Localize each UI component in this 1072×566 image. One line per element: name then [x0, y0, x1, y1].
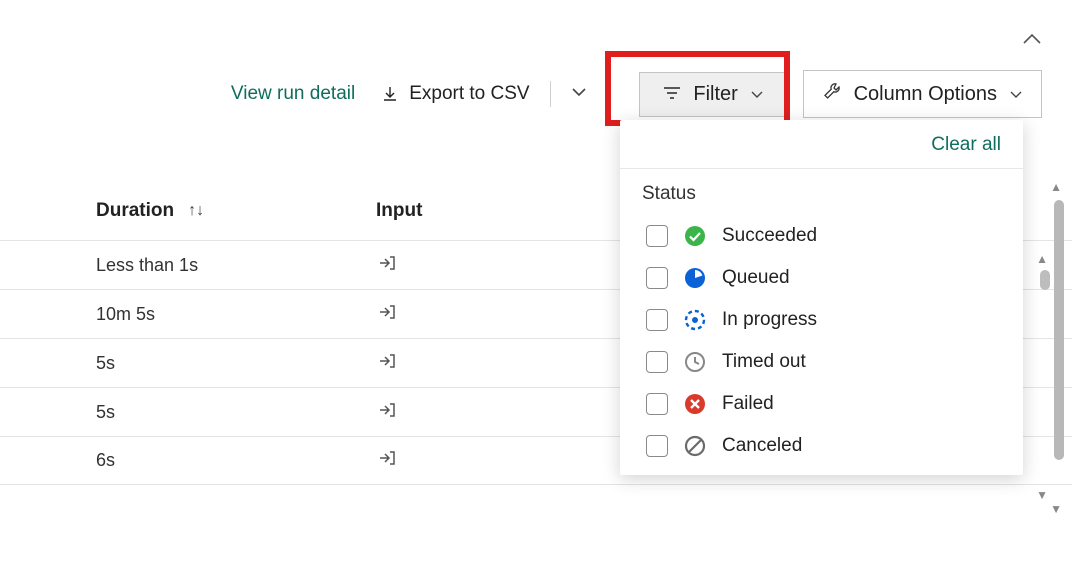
toolbar: View run detail Export to CSV Filter	[0, 70, 1052, 118]
filter-option-timed-out[interactable]: Timed out	[642, 341, 1007, 383]
in-progress-icon	[684, 309, 706, 331]
timed-out-icon	[684, 351, 706, 373]
filter-option-label: Queued	[722, 267, 790, 289]
filter-option-label: In progress	[722, 309, 817, 331]
filter-panel-header: Clear all	[620, 120, 1023, 169]
panel-scroll-down-arrow[interactable]: ▼	[1050, 502, 1062, 516]
filter-label: Filter	[693, 83, 737, 106]
failed-icon	[684, 393, 706, 415]
collapse-chevron[interactable]	[1022, 30, 1042, 51]
duration-cell: Less than 1s	[0, 255, 280, 276]
wrench-icon	[822, 81, 842, 107]
view-run-detail-link[interactable]: View run detail	[225, 75, 361, 113]
list-scroll-down-arrow[interactable]: ▼	[1036, 488, 1048, 502]
filter-option-in-progress[interactable]: In progress	[642, 299, 1007, 341]
duration-cell: 10m 5s	[0, 304, 280, 325]
sort-icon: ↑↓	[188, 202, 204, 220]
queued-icon	[684, 267, 706, 289]
filter-panel: Clear all Status Succeeded Queued In pro…	[620, 120, 1023, 475]
column-header-duration[interactable]: Duration ↑↓	[0, 200, 280, 222]
column-options-button[interactable]: Column Options	[803, 70, 1042, 118]
duration-cell: 6s	[0, 450, 280, 471]
panel-scroll-up-arrow[interactable]: ▲	[1050, 180, 1062, 194]
clear-all-link[interactable]: Clear all	[931, 134, 1001, 156]
open-input-icon	[376, 350, 398, 377]
chevron-down-icon	[750, 83, 764, 106]
filter-option-succeeded[interactable]: Succeeded	[642, 215, 1007, 257]
checkbox[interactable]	[646, 225, 668, 247]
export-csv-button[interactable]: Export to CSV	[375, 79, 535, 109]
filter-options-list: Succeeded Queued In progress Timed out	[620, 211, 1023, 475]
open-input-icon	[376, 252, 398, 279]
checkbox[interactable]	[646, 393, 668, 415]
checkbox[interactable]	[646, 309, 668, 331]
open-input-icon	[376, 447, 398, 474]
filter-option-label: Timed out	[722, 351, 806, 373]
panel-scrollbar-thumb[interactable]	[1054, 200, 1064, 460]
duration-cell: 5s	[0, 402, 280, 423]
checkbox[interactable]	[646, 267, 668, 289]
column-options-label: Column Options	[854, 83, 997, 106]
export-csv-label: Export to CSV	[409, 83, 529, 105]
filter-option-label: Failed	[722, 393, 774, 415]
filter-option-queued[interactable]: Queued	[642, 257, 1007, 299]
checkbox[interactable]	[646, 435, 668, 457]
export-dropdown-chevron[interactable]	[565, 85, 593, 103]
filter-icon	[663, 83, 681, 106]
list-scrollbar-thumb[interactable]	[1040, 270, 1050, 290]
canceled-icon	[684, 435, 706, 457]
open-input-icon	[376, 301, 398, 328]
filter-option-failed[interactable]: Failed	[642, 383, 1007, 425]
open-input-icon	[376, 399, 398, 426]
download-icon	[381, 85, 399, 103]
separator	[550, 81, 551, 107]
chevron-down-icon	[1009, 83, 1023, 106]
filter-option-label: Succeeded	[722, 225, 817, 247]
list-scroll-up-arrow[interactable]: ▲	[1036, 252, 1048, 266]
filter-section-title: Status	[620, 169, 1023, 211]
succeeded-icon	[684, 225, 706, 247]
filter-option-canceled[interactable]: Canceled	[642, 425, 1007, 467]
checkbox[interactable]	[646, 351, 668, 373]
filter-option-label: Canceled	[722, 435, 802, 457]
filter-button[interactable]: Filter	[639, 72, 789, 117]
duration-cell: 5s	[0, 353, 280, 374]
